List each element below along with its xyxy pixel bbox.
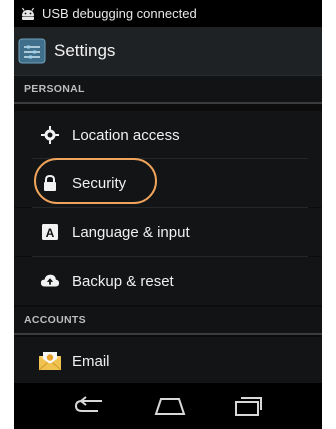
phone-screen: USB debugging connected Settings PERSONA… bbox=[14, 0, 322, 429]
item-label: Email bbox=[72, 352, 110, 370]
section-header-accounts: ACCOUNTS bbox=[14, 307, 322, 335]
item-label: Backup & reset bbox=[72, 272, 174, 290]
item-label: Language & input bbox=[72, 223, 190, 241]
email-icon bbox=[38, 350, 62, 372]
home-icon[interactable] bbox=[150, 393, 190, 419]
location-icon bbox=[40, 125, 60, 145]
keyboard-icon: A bbox=[40, 222, 60, 242]
highlight-ring bbox=[34, 158, 157, 204]
page-title: Settings bbox=[54, 41, 116, 60]
item-label: Location access bbox=[72, 126, 180, 144]
list-item-email[interactable]: Email bbox=[14, 337, 322, 385]
svg-text:A: A bbox=[46, 226, 55, 240]
list-item-language-input[interactable]: A Language & input bbox=[14, 208, 322, 256]
action-bar: Settings bbox=[14, 27, 322, 76]
navigation-bar bbox=[14, 383, 322, 429]
section-header-personal: PERSONAL bbox=[14, 76, 322, 104]
android-icon bbox=[21, 7, 35, 20]
list-item-location-access[interactable]: Location access bbox=[14, 111, 322, 159]
list-item-backup-reset[interactable]: Backup & reset bbox=[14, 257, 322, 305]
back-icon[interactable] bbox=[70, 393, 110, 419]
cloud-upload-icon bbox=[40, 271, 60, 291]
settings-app-icon[interactable] bbox=[18, 37, 46, 65]
status-bar: USB debugging connected bbox=[14, 0, 322, 27]
recent-apps-icon[interactable] bbox=[228, 393, 268, 419]
notification-text: USB debugging connected bbox=[42, 6, 197, 21]
